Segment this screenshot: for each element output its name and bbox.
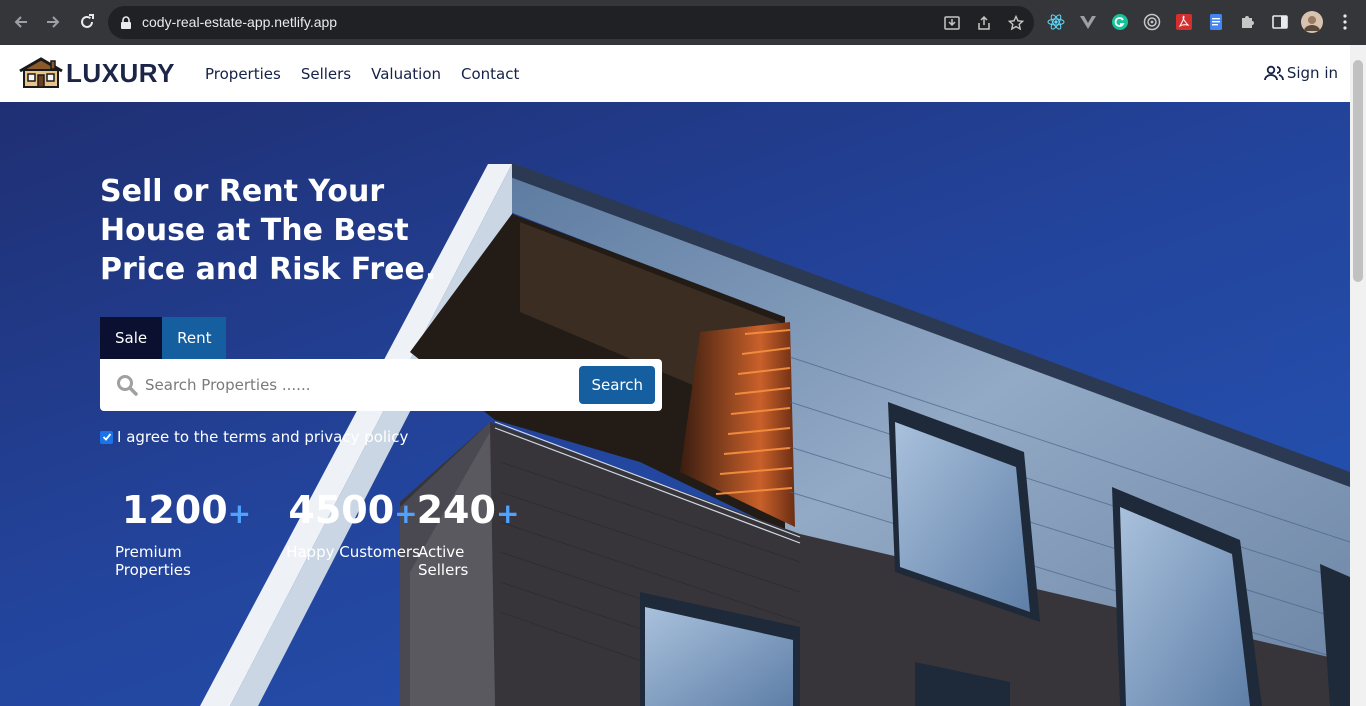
hero-headline: Sell or Rent Your House at The Best Pric… [100,174,437,287]
search-button[interactable]: Search [579,366,655,404]
share-icon[interactable] [976,15,992,31]
terms-label: I agree to the terms and privacy policy [117,428,409,446]
site-logo[interactable]: LUXURY [18,57,175,89]
stat-label: Premium Properties [115,543,191,579]
property-search-bar: Search [100,359,662,411]
stat-value: 240 [416,488,496,532]
react-devtools-icon[interactable] [1047,13,1065,31]
stat-premium-properties: 1200+ Premium Properties [115,487,258,579]
stat-plus: + [227,497,252,530]
search-input[interactable] [145,373,565,397]
signin-button[interactable]: Sign in [1263,64,1338,82]
logo-text: LUXURY [66,57,175,88]
search-icon [116,374,138,400]
pdf-extension-icon[interactable] [1175,13,1193,31]
tab-rent[interactable]: Rent [162,317,227,359]
nav-link-properties[interactable]: Properties [205,65,281,83]
page-scrollbar[interactable] [1350,45,1366,706]
terms-checkbox[interactable] [100,430,113,444]
listing-type-tabs: Sale Rent [100,317,227,359]
stat-value: 4500 [288,488,395,532]
terms-agreement[interactable]: I agree to the terms and privacy policy [100,428,408,446]
stat-plus: + [394,497,418,530]
reload-icon[interactable] [76,11,98,33]
stat-plus: + [495,497,520,530]
target-extension-icon[interactable] [1143,13,1161,31]
grammarly-icon[interactable] [1111,13,1129,31]
stat-active-sellers: 240+ Active Sellers [416,487,520,579]
browser-chrome: cody-real-estate-app.netlify.app [0,0,1366,45]
stat-label: Active Sellers [418,543,469,579]
stat-value: 1200 [121,488,228,532]
profile-avatar-icon[interactable] [1301,11,1323,33]
main-nav: Properties Sellers Valuation Contact [205,65,519,83]
stat-label: Happy Customers [286,543,420,561]
extensions-puzzle-icon[interactable] [1239,13,1257,31]
nav-link-valuation[interactable]: Valuation [371,65,441,83]
bookmark-star-icon[interactable] [1007,14,1025,31]
signin-label: Sign in [1286,64,1338,82]
vue-devtools-icon[interactable] [1079,13,1097,31]
stats-row: 1200+ Premium Properties 4500+ Happy Cus… [115,487,520,579]
docs-extension-icon[interactable] [1207,13,1225,31]
nav-link-sellers[interactable]: Sellers [301,65,351,83]
tab-sale[interactable]: Sale [100,317,163,359]
side-panel-icon[interactable] [1271,13,1289,31]
address-bar[interactable]: cody-real-estate-app.netlify.app [108,6,1034,39]
chrome-menu-icon[interactable] [1336,13,1354,31]
users-icon [1263,65,1284,81]
forward-icon[interactable] [42,11,64,33]
lock-icon [120,15,132,34]
install-icon[interactable] [944,15,960,31]
nav-link-contact[interactable]: Contact [461,65,519,83]
hero-section: Sell or Rent Your House at The Best Pric… [0,102,1350,706]
checkmark-icon [102,433,111,441]
scrollbar-thumb[interactable] [1353,60,1363,282]
house-logo-icon [19,57,63,88]
site-navbar: LUXURY Properties Sellers Valuation Cont… [0,45,1350,102]
url-text: cody-real-estate-app.netlify.app [142,14,338,30]
web-page: LUXURY Properties Sellers Valuation Cont… [0,45,1366,706]
back-icon[interactable] [10,11,32,33]
